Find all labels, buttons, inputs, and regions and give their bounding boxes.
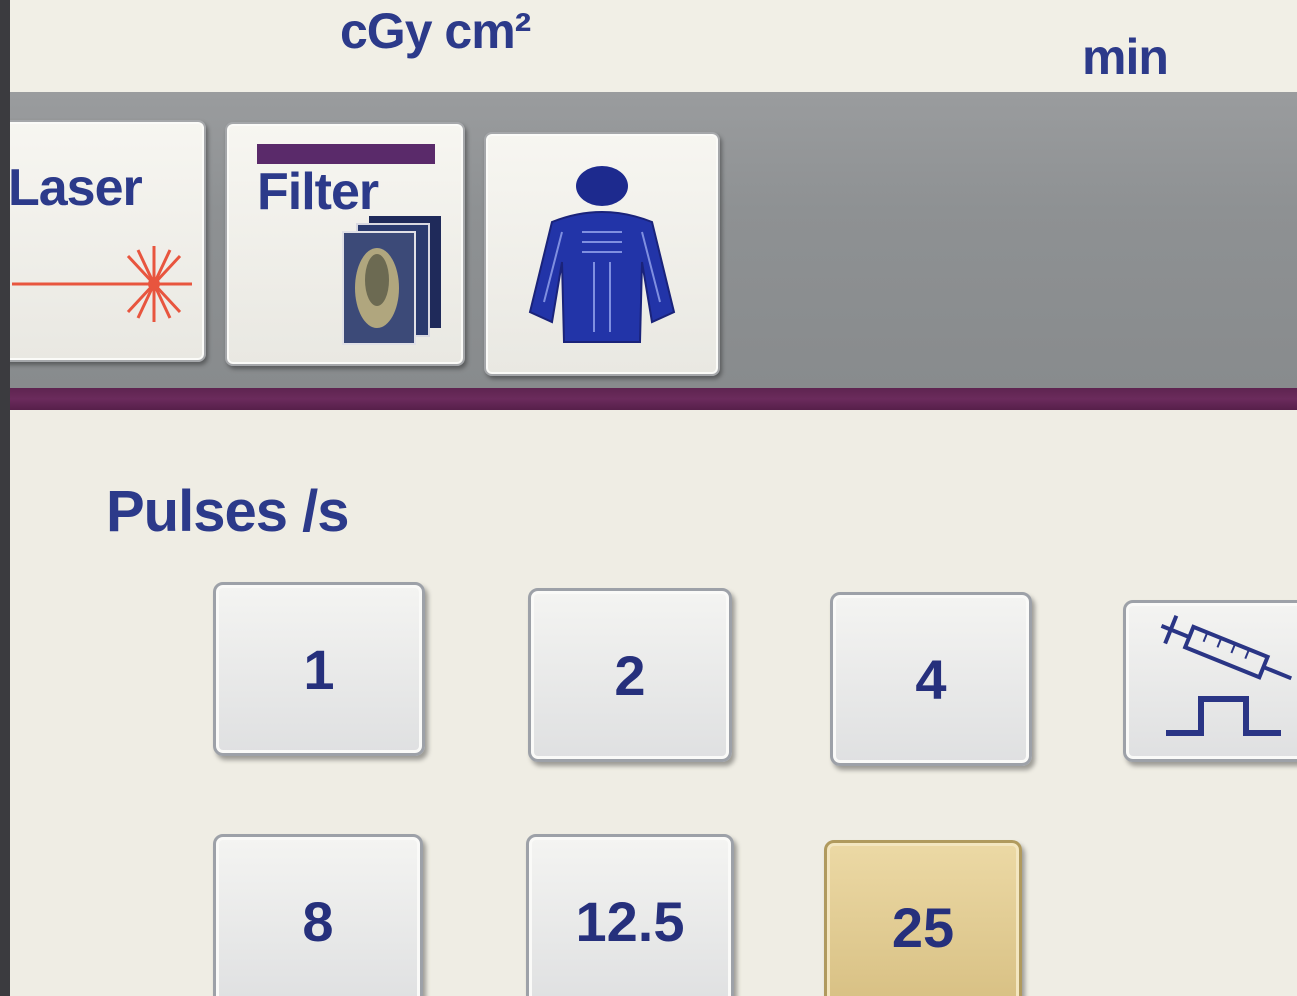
pulse-rate-8-button[interactable]: 8 bbox=[213, 834, 423, 996]
filter-button[interactable]: Filter bbox=[225, 122, 465, 366]
filter-images-icon bbox=[342, 216, 441, 345]
units-bar: cGy cm² min bbox=[10, 0, 1297, 92]
pulse-rate-12-5-button[interactable]: 12.5 bbox=[526, 834, 734, 996]
pulse-rate-1-button[interactable]: 1 bbox=[213, 582, 425, 756]
time-unit-label: min bbox=[1082, 29, 1169, 85]
laser-button-label: Laser bbox=[10, 159, 143, 217]
injector-pulse-button[interactable] bbox=[1123, 600, 1297, 762]
pulse-rate-4-button[interactable]: 4 bbox=[830, 592, 1032, 766]
patient-body-button[interactable] bbox=[484, 132, 720, 376]
patient-body-icon bbox=[528, 166, 676, 343]
laser-button[interactable]: Laser bbox=[10, 120, 206, 362]
pulses-per-second-label: Pulses /s bbox=[106, 479, 349, 544]
pulse-rate-2-button[interactable]: 2 bbox=[528, 588, 732, 762]
filter-indicator-bar bbox=[257, 144, 435, 164]
dose-unit-label: cGy cm² bbox=[340, 3, 531, 59]
screen: cGy cm² min Laser Filter Pulses /s 1 2 4… bbox=[10, 0, 1297, 996]
contrast-injector-pulse-icon bbox=[1160, 614, 1293, 736]
laser-beam-icon bbox=[12, 246, 192, 322]
section-divider bbox=[10, 388, 1297, 410]
pulse-rate-25-button[interactable]: 25 bbox=[824, 840, 1022, 996]
